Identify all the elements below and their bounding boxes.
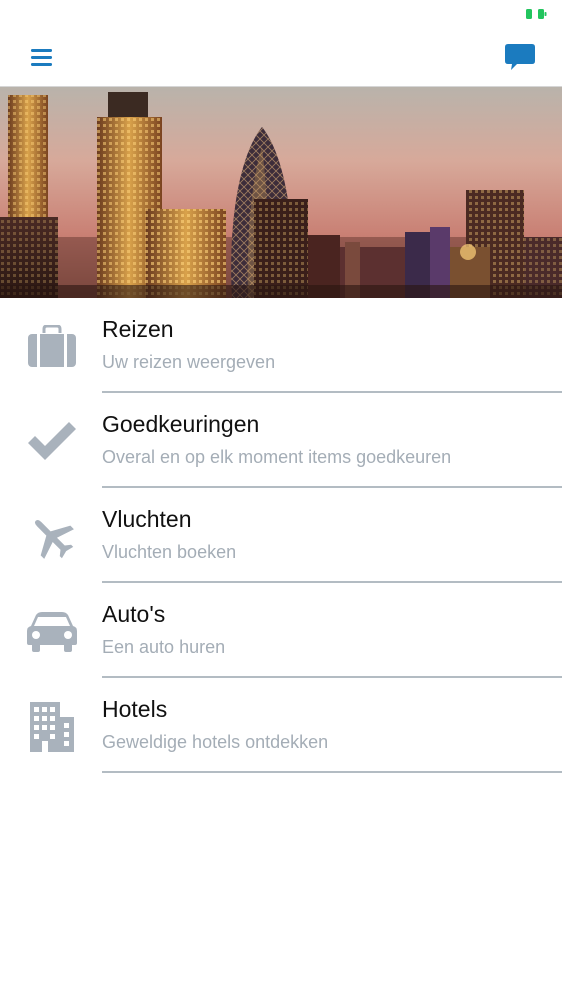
hamburger-menu-icon — [26, 49, 58, 77]
top-nav-bar — [0, 30, 562, 87]
status-bar — [0, 0, 562, 30]
menu-item-subtitle: Vluchten boeken — [102, 542, 237, 562]
menu-item-title: Reizen — [102, 316, 174, 342]
building-icon — [25, 700, 79, 754]
menu-item-cars[interactable]: Auto's Een auto huren — [0, 583, 562, 678]
menu-item-flights[interactable]: Vluchten Vluchten boeken — [0, 488, 562, 583]
menu-item-subtitle: Uw reizen weergeven — [102, 352, 276, 372]
car-icon — [25, 605, 79, 659]
menu-item-title: Auto's — [102, 601, 166, 627]
menu-item-subtitle: Een auto huren — [102, 637, 226, 657]
menu-item-title: Goedkeuringen — [102, 411, 260, 437]
menu-item-subtitle: Geweldige hotels ontdekken — [102, 732, 329, 752]
menu-item-trips[interactable]: Reizen Uw reizen weergeven — [0, 298, 562, 393]
chat-button[interactable] — [504, 41, 536, 73]
divider — [102, 771, 562, 773]
menu-button[interactable] — [26, 43, 58, 73]
suitcase-icon — [25, 320, 79, 374]
airplane-icon — [25, 510, 79, 564]
menu-item-subtitle: Overal en op elk moment items goedkeuren — [102, 447, 452, 467]
menu-item-title: Vluchten — [102, 506, 192, 532]
menu-item-title: Hotels — [102, 696, 168, 722]
checkmark-icon — [25, 415, 79, 469]
menu-item-hotels[interactable]: Hotels Geweldige hotels ontdekken — [0, 678, 562, 773]
battery-charging-icon — [525, 7, 547, 21]
main-menu-list: Reizen Uw reizen weergeven Goedkeuringen… — [0, 298, 562, 773]
chat-bubble-icon — [504, 44, 536, 77]
hero-skyline-image — [0, 87, 562, 298]
menu-item-approvals[interactable]: Goedkeuringen Overal en op elk moment it… — [0, 393, 562, 488]
